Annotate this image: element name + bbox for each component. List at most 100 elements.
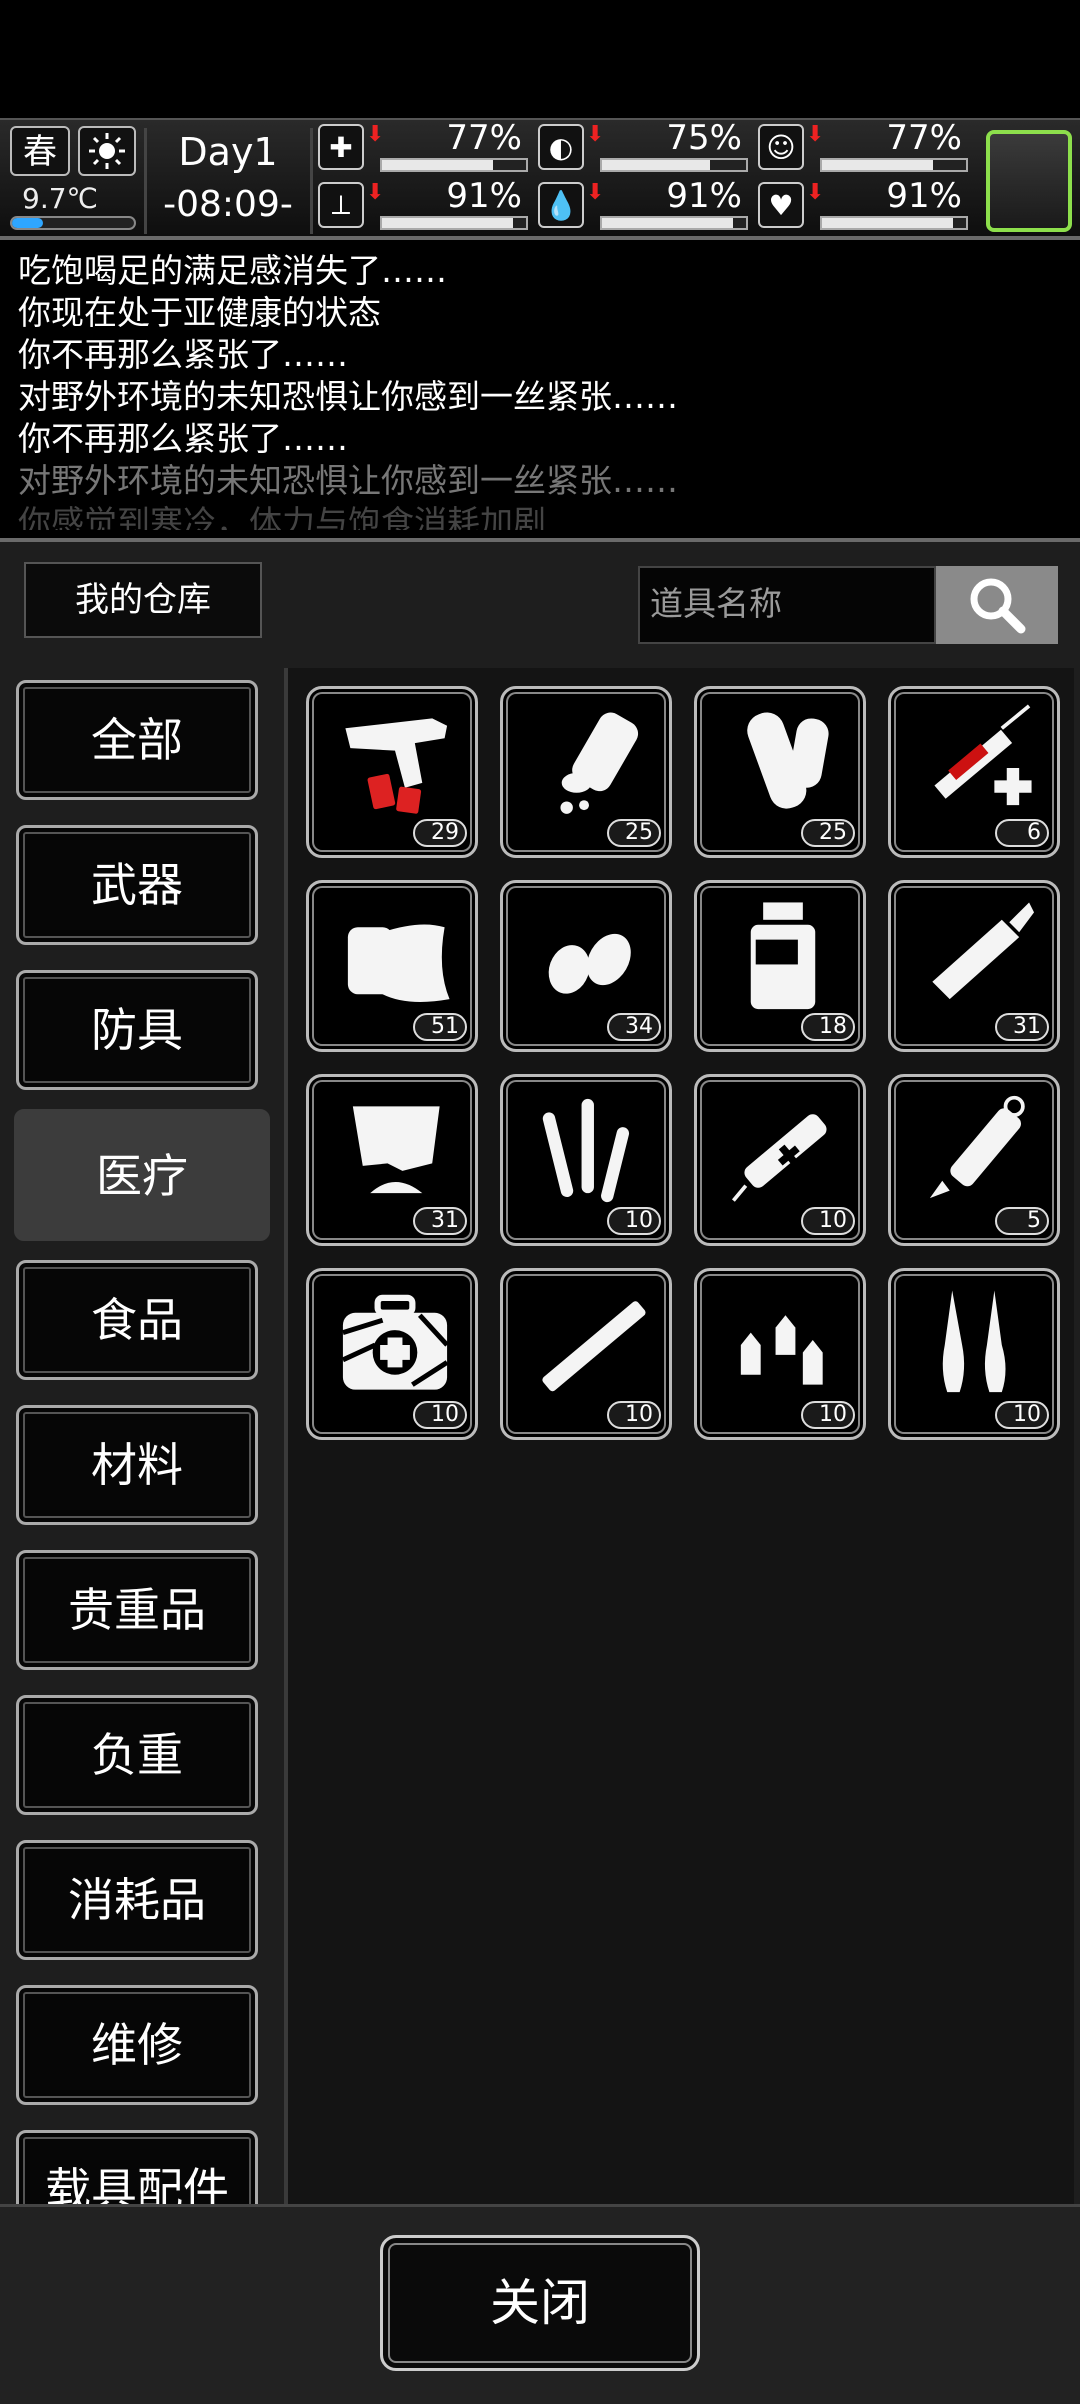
item-slot[interactable]: 29 [306,686,478,858]
temperature-label: 9.7℃ [22,182,98,215]
ampoules-icon [942,1290,1006,1393]
item-count: 10 [801,1207,855,1235]
stat-heart: ♥ ⬇ 91% [758,176,968,232]
item-slot[interactable]: 25 [694,686,866,858]
flare-gun-icon [345,718,448,814]
water-icon: 💧 [538,182,584,228]
syringe-icon [934,704,1032,806]
stat-stamina: ⟂ ⬇ 91% [318,176,528,232]
item-count: 6 [995,819,1049,847]
ointment-tube-icon [932,902,1035,1000]
mood-icon: ☺ [758,124,804,170]
log-line: 对野外环境的未知恐惧让你感到一丝紧张…… [18,377,678,416]
item-slot[interactable]: 31 [306,1074,478,1246]
stat-percent: 77% [886,118,962,158]
injector-icon [731,1114,827,1202]
stat-bar [820,216,968,230]
stat-percent: 75% [666,118,742,158]
stat-bar [600,158,748,172]
down-arrow-icon: ⬇ [806,180,825,205]
down-arrow-icon: ⬇ [366,180,385,205]
character-portrait-button[interactable] [986,130,1072,232]
medicine-jar-icon [750,902,816,1010]
eye-drops-icon [740,1315,823,1385]
stat-health: ✚ ⬇ 77% [318,118,528,174]
category-tab[interactable]: 负重 [16,1695,258,1815]
category-sidebar[interactable]: 全部武器防具医疗食品材料贵重品负重消耗品维修载具配件 [6,668,280,2204]
down-arrow-icon: ⬇ [366,122,385,147]
stat-bar [380,216,528,230]
item-count: 51 [413,1013,467,1041]
stat-stomach: ◐ ⬇ 75% [538,118,748,174]
heart-icon: ♥ [758,182,804,228]
category-tab[interactable]: 武器 [16,825,258,945]
item-slot[interactable]: 10 [500,1268,672,1440]
item-slot[interactable]: 6 [888,686,1060,858]
message-log: 吃饱喝足的满足感消失了…… 你现在处于亚健康的状态 你不再那么紧张了…… 对野外… [0,250,1080,530]
warehouse-title: 我的仓库 [24,562,262,638]
down-arrow-icon: ⬇ [586,122,605,147]
category-tab[interactable]: 医疗 [14,1109,270,1241]
item-slot[interactable]: 34 [500,880,672,1052]
item-slot[interactable]: 10 [694,1268,866,1440]
item-slot[interactable]: 5 [888,1074,1060,1246]
log-line: 吃饱喝足的满足感消失了…… [18,251,447,290]
down-arrow-icon: ⬇ [586,180,605,205]
category-tab[interactable]: 贵重品 [16,1550,258,1670]
item-slot[interactable]: 25 [500,686,672,858]
pills-icon [548,933,631,994]
category-tab[interactable]: 材料 [16,1405,258,1525]
category-tab[interactable]: 全部 [16,680,258,800]
down-arrow-icon: ⬇ [806,122,825,147]
category-tab[interactable]: 食品 [16,1260,258,1380]
item-slot[interactable]: 18 [694,880,866,1052]
item-count: 5 [995,1207,1049,1235]
time-label: -08:09- [163,184,293,225]
category-tab[interactable]: 载具配件 [16,2130,258,2204]
search-input[interactable]: 道具名称 [638,566,936,644]
divider [144,128,147,234]
item-slot[interactable]: 10 [694,1074,866,1246]
item-slot[interactable]: 10 [888,1268,1060,1440]
bandage-roll-icon [747,712,829,809]
health-icon: ✚ [318,124,364,170]
stamina-icon: ⟂ [318,182,364,228]
log-line: 你不再那么紧张了…… [18,335,348,374]
item-count: 10 [801,1401,855,1429]
item-slot[interactable]: 31 [888,880,1060,1052]
stat-percent: 91% [446,176,522,216]
search-icon [970,578,1026,634]
log-line: 你感觉到寒冷，体力与饱食消耗加剧 [18,503,546,530]
category-tab[interactable]: 消耗品 [16,1840,258,1960]
item-slot[interactable]: 10 [500,1074,672,1246]
close-button[interactable]: 关闭 [380,2235,700,2371]
warehouse-panel: 我的仓库 道具名称 全部 武器 防具 医疗 食品 材料 贵重品 负重 消耗品 维修 载具配件 29 2… [0,538,1080,2404]
stomach-icon: ◐ [538,124,584,170]
item-slot[interactable]: 10 [306,1268,478,1440]
stat-bar [380,158,528,172]
stat-bar [600,216,748,230]
footer-bar: 关闭 [0,2204,1080,2404]
season-badge: 春 [10,126,70,176]
stat-percent: 77% [446,118,522,158]
temperature-bar [10,216,136,230]
item-count: 10 [607,1207,661,1235]
status-bar: 春 9.7℃ Day1 -08:09- ✚ ⬇ 77% ◐ ⬇ 75% ☺ ⬇ 77% ⟂ ⬇ 91%… [0,118,1080,240]
divider [310,128,313,234]
category-tab[interactable]: 维修 [16,1985,258,2105]
stat-mood: ☺ ⬇ 77% [758,118,968,174]
powder-pack-icon [352,1106,440,1194]
item-count: 10 [995,1401,1049,1429]
item-count: 10 [607,1401,661,1429]
search-button[interactable] [936,566,1058,644]
item-grid: 29 25 25 6 51 34 18 31 31 10 10 5 10 10 10 10 [284,668,1074,2204]
gauze-icon [347,924,450,1002]
stat-percent: 91% [886,176,962,216]
item-count: 31 [413,1207,467,1235]
autoinjector-icon [929,1095,1025,1199]
item-count: 25 [801,819,855,847]
item-count: 18 [801,1013,855,1041]
item-slot[interactable]: 51 [306,880,478,1052]
stat-bar [820,158,968,172]
category-tab[interactable]: 防具 [16,970,258,1090]
